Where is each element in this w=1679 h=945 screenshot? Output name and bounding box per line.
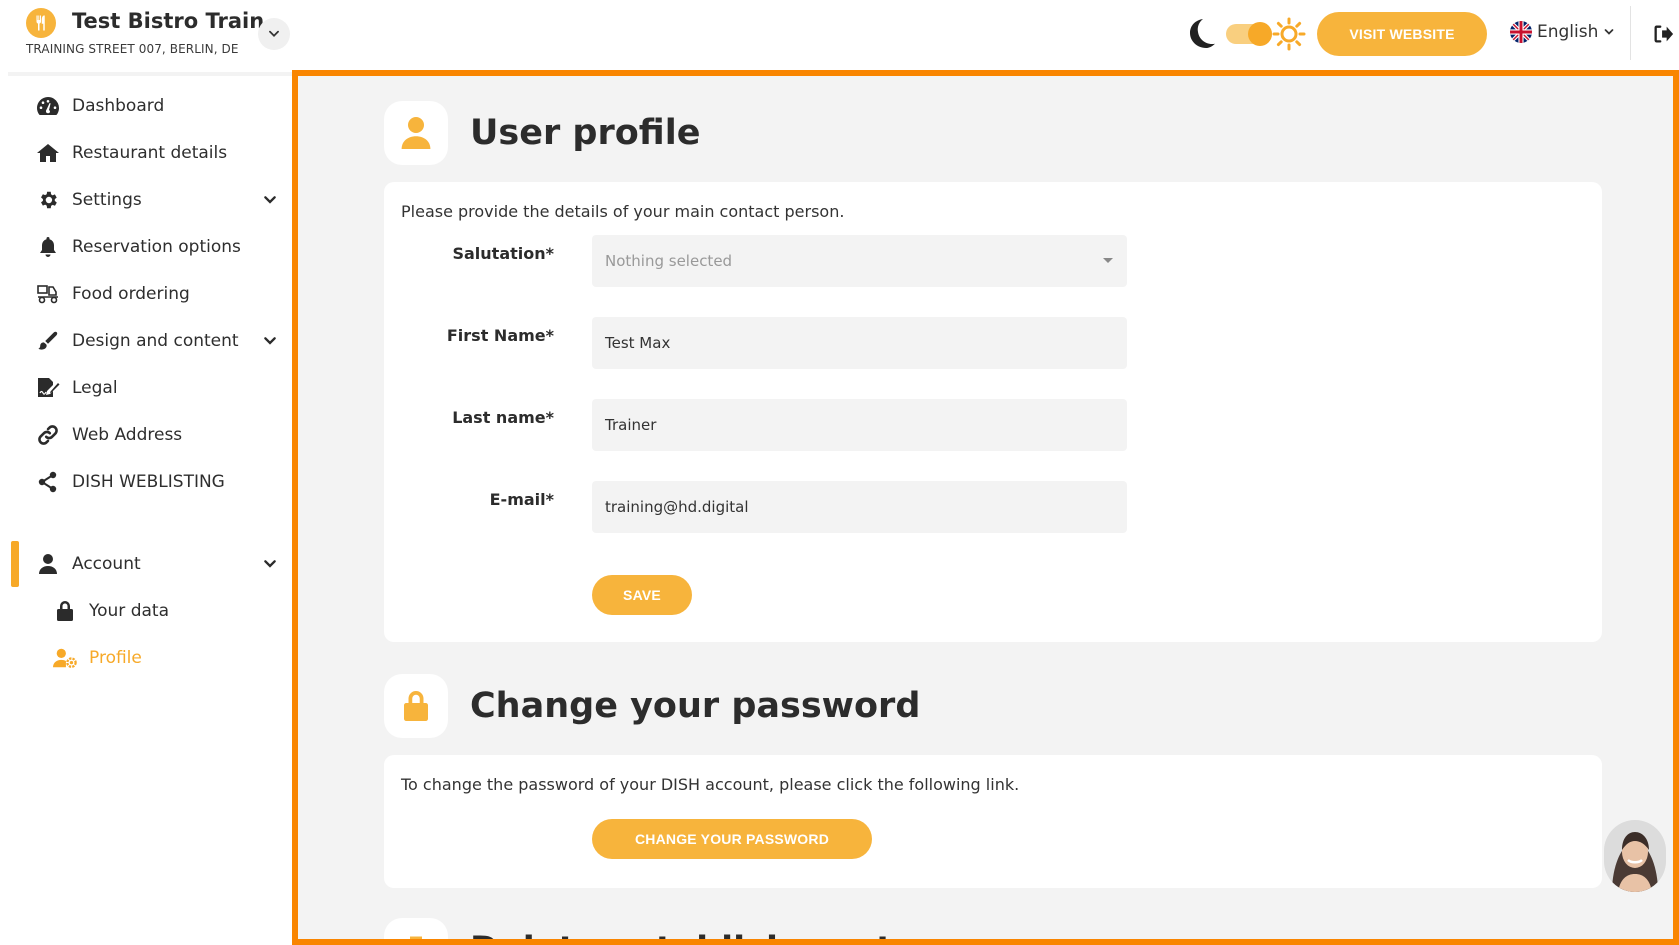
change-password-card: To change the password of your DISH acco… [384,755,1602,888]
last-name-field[interactable]: Trainer [592,399,1127,451]
chevron-down-icon [269,30,279,37]
restaurant-name: Test Bistro Train.. [72,9,281,33]
user-icon [384,101,448,165]
user-profile-header: User profile [384,101,700,165]
restaurant-address: TRAINING STREET 007, BERLIN, DE [26,42,239,56]
user-icon [36,552,60,576]
sidebar-item-profile[interactable]: Profile [8,638,292,678]
first-name-field[interactable]: Test Max [592,317,1127,369]
support-chat-avatar[interactable] [1604,820,1666,892]
email-label: E-mail* [489,490,554,509]
theme-toggle-knob [1248,22,1272,46]
first-name-label: First Name* [446,326,554,345]
paintbrush-icon [36,329,60,353]
speedometer-icon [36,94,60,118]
sidebar-item-label: Account [72,554,141,574]
sidebar-item-label: Settings [72,190,142,210]
change-password-button[interactable]: CHANGE YOUR PASSWORD [592,819,872,859]
chevron-down-icon [264,560,276,568]
save-button[interactable]: SAVE [592,575,692,615]
gear-icon [36,188,60,212]
share-icon [36,470,60,494]
change-password-header: Change your password [384,674,920,738]
visit-website-button[interactable]: VISIT WEBSITE [1317,12,1487,56]
top-bar: Test Bistro Train.. TRAINING STREET 007,… [0,0,1679,68]
language-label: English [1537,22,1599,42]
moon-icon[interactable] [1184,17,1216,51]
sidebar-item-design-and-content[interactable]: Design and content [8,321,292,361]
sun-icon[interactable] [1272,17,1306,51]
chevron-down-icon [264,337,276,345]
sidebar-item-label: Profile [89,648,142,668]
sidebar-item-label: Legal [72,378,118,398]
salutation-label: Salutation* [452,244,554,263]
document-sign-icon [36,376,60,400]
salutation-value: Nothing selected [605,252,733,270]
sidebar-item-account[interactable]: Account [8,544,292,584]
sidebar: Dashboard Restaurant details Settings Re… [8,72,292,945]
delivery-icon [36,282,60,306]
section-title: Delete establishment [470,930,893,939]
sidebar-item-settings[interactable]: Settings [8,180,292,220]
sidebar-item-dashboard[interactable]: Dashboard [8,86,292,126]
trash-icon [384,918,448,939]
sidebar-item-label: Food ordering [72,284,190,304]
lock-icon [53,599,77,623]
caret-down-icon [1103,258,1113,263]
sidebar-item-reservation-options[interactable]: Reservation options [8,227,292,267]
theme-toggle-switch[interactable] [1226,22,1272,46]
logout-icon[interactable] [1652,23,1674,45]
chevron-down-icon [264,196,276,204]
delete-establishment-header: Delete establishment [384,918,893,939]
home-icon [36,141,60,165]
lock-icon [384,674,448,738]
password-intro-text: To change the password of your DISH acco… [401,775,1020,794]
sidebar-item-label: Web Address [72,425,183,445]
sidebar-item-food-ordering[interactable]: Food ordering [8,274,292,314]
language-selector[interactable]: English [1510,21,1615,43]
link-icon [36,423,60,447]
sidebar-item-legal[interactable]: Legal [8,368,292,408]
sidebar-item-label: Restaurant details [72,143,228,163]
chevron-down-icon [1605,29,1614,35]
sidebar-item-dish-weblisting[interactable]: DISH WEBLISTING [8,462,292,502]
uk-flag-icon [1510,21,1532,43]
topbar-divider [1630,6,1631,60]
sidebar-item-your-data[interactable]: Your data [8,591,292,631]
user-profile-card: Please provide the details of your main … [384,182,1602,642]
profile-intro-text: Please provide the details of your main … [401,202,845,221]
sidebar-item-label: Dashboard [72,96,165,116]
salutation-select[interactable]: Nothing selected [592,235,1127,287]
restaurant-switcher-button[interactable] [258,18,290,50]
email-field[interactable]: training@hd.digital [592,481,1127,533]
user-settings-icon [53,646,77,670]
sidebar-item-web-address[interactable]: Web Address [8,415,292,455]
last-name-label: Last name* [452,408,554,427]
sidebar-item-label: Design and content [72,331,239,351]
main-content: User profile Please provide the details … [292,70,1679,945]
sidebar-item-label: Reservation options [72,237,241,257]
sidebar-item-label: Your data [89,601,169,621]
section-title: User profile [470,113,701,153]
restaurant-logo-icon [26,8,56,38]
bell-icon [36,235,60,259]
sidebar-item-label: DISH WEBLISTING [72,472,225,492]
section-title: Change your password [470,686,921,726]
sidebar-item-restaurant-details[interactable]: Restaurant details [8,133,292,173]
